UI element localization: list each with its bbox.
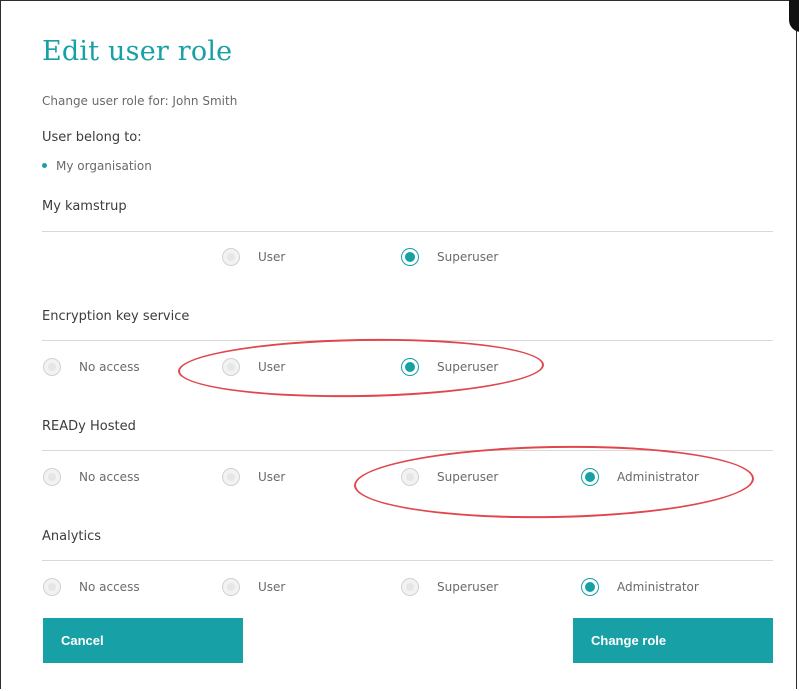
radio-label: Administrator xyxy=(617,470,699,484)
section-label-encryption-key-service: Encryption key service xyxy=(42,309,190,324)
radio-circle-icon xyxy=(222,248,240,266)
window-corner-shape xyxy=(789,0,799,32)
radio-ready-no-access[interactable]: No access xyxy=(43,465,140,489)
radio-circle-icon xyxy=(401,578,419,596)
radio-ready-administrator[interactable]: Administrator xyxy=(581,465,699,489)
radio-circle-icon xyxy=(43,578,61,596)
radio-my-kamstrup-user[interactable]: User xyxy=(222,245,285,269)
radio-group-my-kamstrup: User Superuser xyxy=(0,245,799,269)
radio-label: No access xyxy=(79,580,140,594)
radio-selected-icon xyxy=(401,358,419,376)
radio-group-ready-hosted: No access User Superuser Administrator xyxy=(0,465,799,489)
radio-label: No access xyxy=(79,470,140,484)
organisation-name: My organisation xyxy=(56,159,152,173)
radio-circle-icon xyxy=(43,468,61,486)
organisation-list-item: My organisation xyxy=(42,159,152,173)
radio-circle-icon xyxy=(401,468,419,486)
radio-label: Superuser xyxy=(437,360,499,374)
radio-label: User xyxy=(258,470,286,484)
divider xyxy=(42,560,773,561)
radio-label: User xyxy=(258,580,286,594)
divider xyxy=(42,450,773,451)
page-title: Edit user role xyxy=(42,36,233,67)
radio-label: Superuser xyxy=(437,250,499,264)
radio-analytics-user[interactable]: User xyxy=(222,575,285,599)
radio-circle-icon xyxy=(222,468,240,486)
section-label-ready-hosted: READy Hosted xyxy=(42,419,136,434)
radio-encryption-user[interactable]: User xyxy=(222,355,285,379)
belong-label: User belong to: xyxy=(42,130,142,145)
radio-circle-icon xyxy=(222,578,240,596)
radio-encryption-superuser[interactable]: Superuser xyxy=(401,355,498,379)
radio-label: Administrator xyxy=(617,580,699,594)
bullet-icon xyxy=(42,163,47,168)
radio-label: User xyxy=(258,360,286,374)
dialog-subtitle: Change user role for: John Smith xyxy=(42,94,238,108)
radio-selected-icon xyxy=(581,578,599,596)
cancel-button[interactable]: Cancel xyxy=(43,618,243,663)
radio-ready-superuser[interactable]: Superuser xyxy=(401,465,498,489)
change-role-button[interactable]: Change role xyxy=(573,618,773,663)
radio-label: User xyxy=(258,250,286,264)
radio-encryption-no-access[interactable]: No access xyxy=(43,355,140,379)
radio-selected-icon xyxy=(581,468,599,486)
radio-group-encryption-key-service: No access User Superuser xyxy=(0,355,799,379)
radio-analytics-superuser[interactable]: Superuser xyxy=(401,575,498,599)
radio-my-kamstrup-superuser[interactable]: Superuser xyxy=(401,245,498,269)
radio-selected-icon xyxy=(401,248,419,266)
radio-analytics-no-access[interactable]: No access xyxy=(43,575,140,599)
radio-label: Superuser xyxy=(437,580,499,594)
radio-ready-user[interactable]: User xyxy=(222,465,285,489)
radio-circle-icon xyxy=(222,358,240,376)
radio-label: No access xyxy=(79,360,140,374)
radio-circle-icon xyxy=(43,358,61,376)
radio-analytics-administrator[interactable]: Administrator xyxy=(581,575,699,599)
divider xyxy=(42,231,773,232)
radio-group-analytics: No access User Superuser Administrator xyxy=(0,575,799,599)
section-label-my-kamstrup: My kamstrup xyxy=(42,199,127,214)
divider xyxy=(42,340,773,341)
section-label-analytics: Analytics xyxy=(42,529,102,544)
radio-label: Superuser xyxy=(437,470,499,484)
